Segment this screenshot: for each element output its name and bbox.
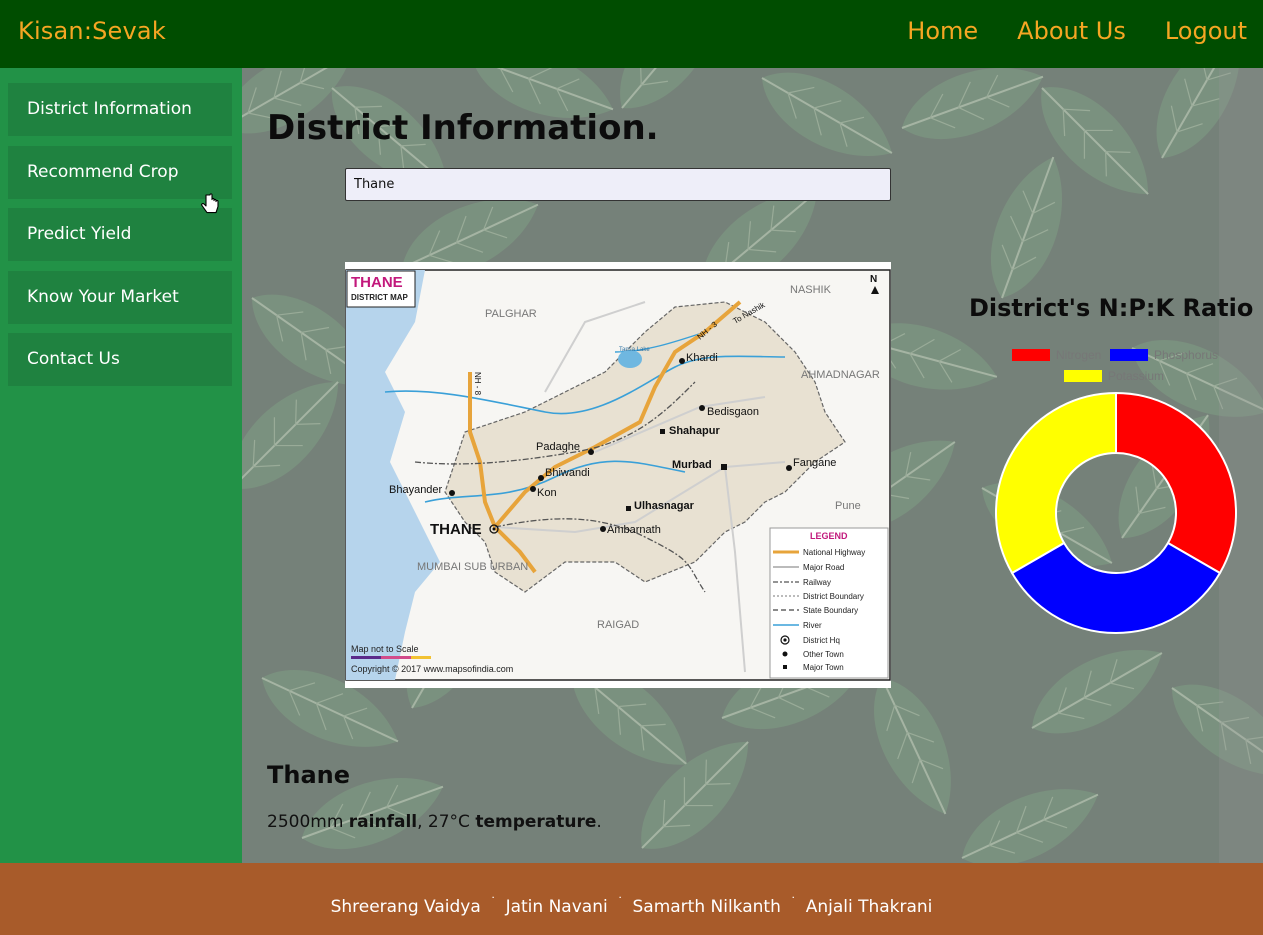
legend-district-boundary: District Boundary bbox=[803, 592, 864, 601]
map-scale-note: Map not to Scale bbox=[351, 644, 419, 654]
footer-member-2: Jatin Navani bbox=[505, 897, 608, 917]
map-legend-title: LEGEND bbox=[810, 531, 848, 541]
nav-about-link[interactable]: About Us bbox=[1017, 17, 1126, 45]
footer-separator: ˙ bbox=[617, 895, 624, 909]
footer: Shreerang Vaidya ˙ Jatin Navani ˙ Samart… bbox=[0, 863, 1263, 935]
temperature-label: temperature bbox=[475, 812, 597, 832]
district-climate-text: 2500mm rainfall, 27°C temperature. bbox=[267, 812, 602, 832]
legend-other-town: Other Town bbox=[803, 650, 844, 659]
period-mark: . bbox=[596, 812, 602, 832]
nitrogen-swatch bbox=[1012, 349, 1050, 361]
page-title: District Information. bbox=[267, 108, 659, 148]
doughnut-slice-nitrogen[interactable] bbox=[1115, 391, 1237, 575]
legend-district-hq: District Hq bbox=[803, 636, 840, 645]
footer-member-4: Anjali Thakrani bbox=[805, 897, 933, 917]
footer-separator: ˙ bbox=[790, 895, 797, 909]
map-label-ahmadnagar: AHMADNAGAR bbox=[801, 369, 880, 381]
legend-item-nitrogen[interactable]: Nitrogen bbox=[1012, 348, 1101, 362]
phosphorus-swatch bbox=[1110, 349, 1148, 361]
sidebar-item-contact-us[interactable]: Contact Us bbox=[8, 333, 232, 386]
map-label-pune: Pune bbox=[835, 500, 861, 512]
brand-logo[interactable]: Kisan:Sevak bbox=[18, 17, 166, 45]
hand-cursor-icon bbox=[201, 193, 219, 214]
legend-item-potassium[interactable]: Potassium bbox=[1064, 369, 1164, 383]
map-label-palghar: PALGHAR bbox=[485, 308, 537, 320]
legend-major-road: Major Road bbox=[803, 563, 844, 572]
map-town-bhayander: Bhayander bbox=[389, 484, 443, 496]
map-road-nh8: NH - 8 bbox=[473, 372, 482, 396]
legend-label-phosphorus: Phosphorus bbox=[1154, 348, 1219, 362]
legend-label-nitrogen: Nitrogen bbox=[1056, 348, 1102, 362]
rainfall-value: 2500mm bbox=[267, 812, 344, 832]
temperature-value: 27°C bbox=[427, 812, 470, 832]
top-nav: Home About Us Logout bbox=[907, 17, 1247, 45]
district-search-input[interactable] bbox=[345, 168, 891, 201]
map-town-shahapur: Shahapur bbox=[669, 425, 720, 437]
map-town-thane: THANE bbox=[430, 521, 482, 538]
map-subtitle-label: DISTRICT MAP bbox=[351, 293, 409, 302]
map-town-padaghe: Padaghe bbox=[536, 441, 580, 453]
rainfall-label: rainfall bbox=[348, 812, 418, 832]
map-label-mumbai-suburban: MUMBAI SUB URBAN bbox=[417, 561, 528, 573]
main-content: District Information. Thane THANE DISTRI… bbox=[242, 68, 1263, 863]
map-town-murbad: Murbad bbox=[672, 459, 712, 471]
legend-national-highway: National Highway bbox=[803, 548, 865, 557]
district-name-heading: Thane bbox=[267, 761, 351, 789]
footer-separator: ˙ bbox=[490, 895, 497, 909]
map-town-ambarnath: Ambarnath bbox=[607, 524, 661, 536]
map-north-label: N bbox=[870, 274, 877, 285]
sidebar: District Information Recommend Crop Pred… bbox=[0, 68, 242, 863]
legend-item-phosphorus[interactable]: Phosphorus bbox=[1110, 348, 1218, 362]
doughnut-slice-potassium[interactable] bbox=[995, 391, 1117, 575]
footer-member-1: Shreerang Vaidya bbox=[330, 897, 481, 917]
district-map-image: THANE DISTRICT MAP N PALGHAR NASHIK AHMA… bbox=[345, 262, 891, 688]
map-town-kon: Kon bbox=[537, 487, 557, 499]
legend-railway: Railway bbox=[803, 578, 831, 587]
map-town-khardi: Khardi bbox=[686, 352, 718, 364]
nav-home-link[interactable]: Home bbox=[907, 17, 978, 45]
npk-chart-title: District's N:P:K Ratio bbox=[969, 294, 1254, 322]
sidebar-item-predict-yield[interactable]: Predict Yield bbox=[8, 208, 232, 261]
npk-doughnut-chart bbox=[995, 391, 1237, 634]
legend-river: River bbox=[803, 621, 822, 630]
sidebar-item-recommend-crop[interactable]: Recommend Crop bbox=[8, 146, 232, 199]
map-copyright: Copyright © 2017 www.mapsofindia.com bbox=[351, 664, 513, 674]
map-label-nashik: NASHIK bbox=[790, 284, 832, 296]
doughnut-slice-phosphorus[interactable] bbox=[1010, 541, 1222, 634]
map-title-label: THANE bbox=[351, 274, 403, 291]
comma-separator: , bbox=[417, 812, 428, 832]
map-town-bhiwandi: Bhiwandi bbox=[545, 467, 590, 479]
map-lake-label: Tansa Lake bbox=[619, 347, 650, 353]
legend-major-town: Major Town bbox=[803, 663, 844, 672]
map-town-bedisgaon: Bedisgaon bbox=[707, 406, 759, 418]
legend-state-boundary: State Boundary bbox=[803, 606, 858, 615]
sidebar-item-know-your-market[interactable]: Know Your Market bbox=[8, 271, 232, 324]
sidebar-item-district-information[interactable]: District Information bbox=[8, 83, 232, 136]
footer-member-3: Samarth Nilkanth bbox=[632, 897, 781, 917]
legend-label-potassium: Potassium bbox=[1108, 369, 1165, 383]
map-town-ulhasnagar: Ulhasnagar bbox=[634, 500, 695, 512]
potassium-swatch bbox=[1064, 370, 1102, 382]
map-label-raigad: RAIGAD bbox=[597, 619, 639, 631]
top-navbar: Kisan:Sevak Home About Us Logout bbox=[0, 0, 1263, 68]
map-town-fangane: Fangane bbox=[793, 457, 836, 469]
nav-logout-link[interactable]: Logout bbox=[1165, 17, 1247, 45]
